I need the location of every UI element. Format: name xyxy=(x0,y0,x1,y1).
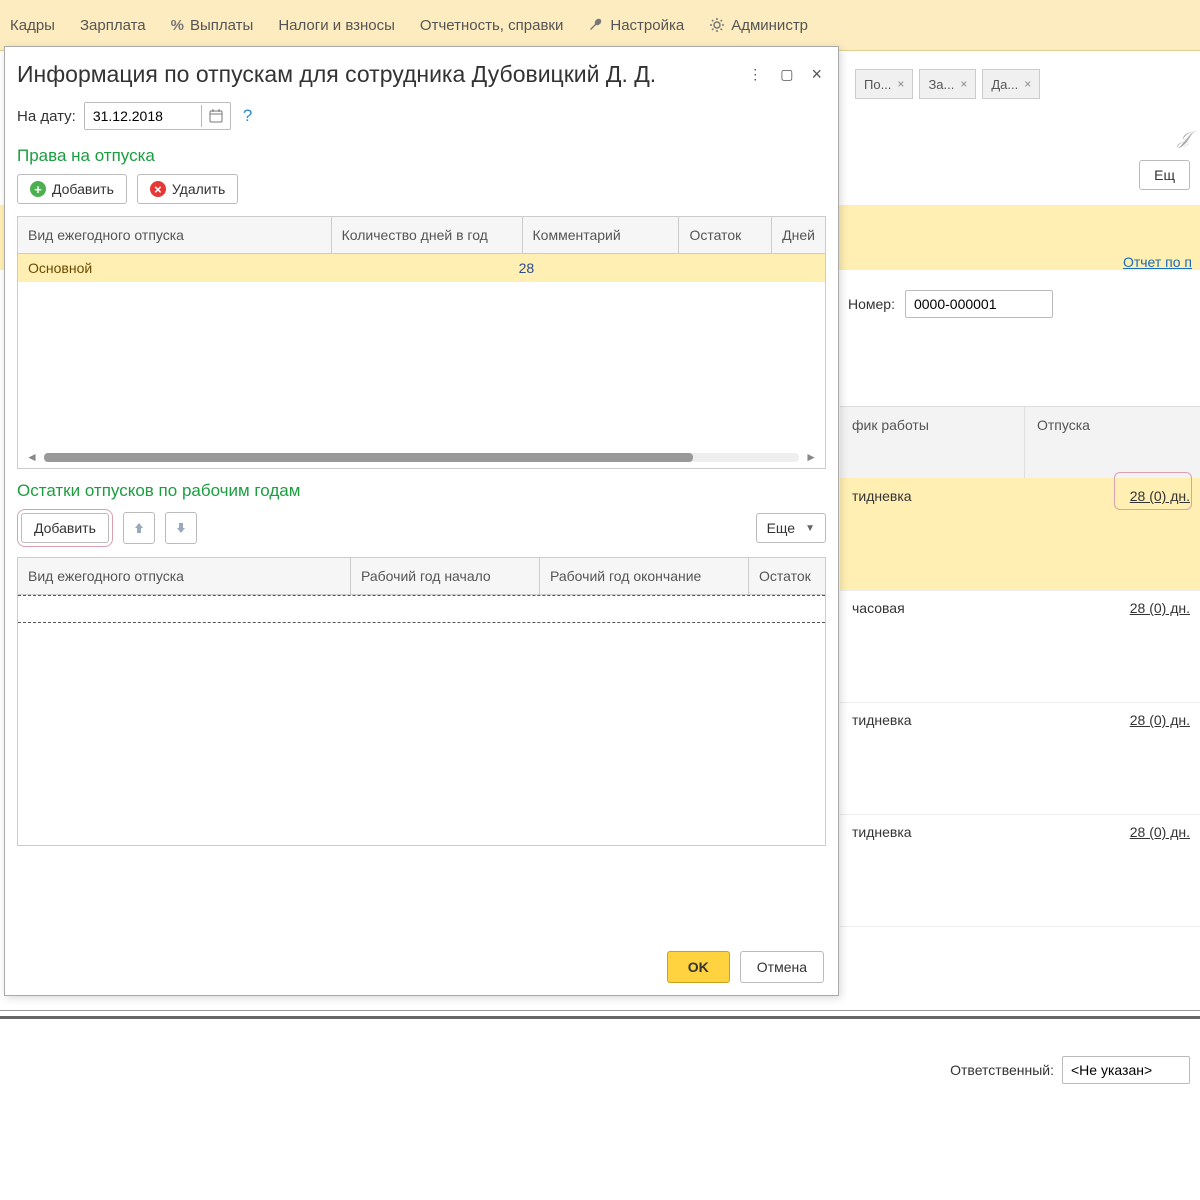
responsible-label: Ответственный: xyxy=(950,1062,1054,1078)
responsible-input[interactable] xyxy=(1062,1056,1190,1084)
bg-col-vacation: Отпуска xyxy=(1025,407,1200,479)
separator xyxy=(0,1010,1200,1011)
date-label: На дату: xyxy=(17,108,76,125)
vacation-info-modal: Информация по отпускам для сотрудника Ду… xyxy=(4,46,839,996)
col-comment: Комментарий xyxy=(523,217,680,253)
background-tabs: По...× За...× Да...× xyxy=(845,69,1200,99)
date-input[interactable] xyxy=(85,103,201,129)
col-days2: Дней xyxy=(772,217,825,253)
modal-title: Информация по отпускам для сотрудника Ду… xyxy=(17,61,656,88)
gear-icon xyxy=(709,17,725,33)
scroll-right-icon[interactable]: ► xyxy=(805,450,817,464)
add-highlight: Добавить xyxy=(17,509,113,547)
h-scrollbar[interactable]: ◄ ► xyxy=(18,446,825,468)
move-up-button[interactable] xyxy=(123,512,155,544)
section-rights-title: Права на отпуска xyxy=(5,134,838,174)
menu-zarplata[interactable]: Зарплата xyxy=(80,17,146,34)
number-input[interactable] xyxy=(905,290,1053,318)
chevron-down-icon: ▼ xyxy=(805,523,815,534)
number-field-row: Номер: xyxy=(848,290,1053,318)
move-down-button[interactable] xyxy=(165,512,197,544)
plus-icon: + xyxy=(30,181,46,197)
wrench-icon xyxy=(588,17,604,33)
menu-nalogi[interactable]: Налоги и взносы xyxy=(278,17,395,34)
bg-row-3[interactable]: тидневка 28 (0) дн. xyxy=(840,702,1200,815)
rights-table: Вид ежегодного отпуска Количество дней в… xyxy=(17,216,826,469)
bg-row-1[interactable]: тидневка 28 (0) дн. xyxy=(840,478,1200,591)
tab-za[interactable]: За...× xyxy=(919,69,976,99)
menu-nastroika[interactable]: Настройка xyxy=(588,17,684,34)
report-link[interactable]: Отчет по п xyxy=(1123,254,1192,270)
bg-table-header: фик работы Отпуска xyxy=(840,406,1200,480)
tab-po[interactable]: По...× xyxy=(855,69,913,99)
delete-button[interactable]: × Удалить xyxy=(137,174,238,204)
responsible-row: Ответственный: xyxy=(950,1056,1190,1084)
help-icon[interactable]: ? xyxy=(243,106,252,126)
menu-vyplaty[interactable]: %Выплаты xyxy=(171,17,254,34)
bg-row-4[interactable]: тидневка 28 (0) дн. xyxy=(840,814,1200,927)
arrow-down-icon xyxy=(174,521,188,535)
menu-otchet[interactable]: Отчетность, справки xyxy=(420,17,563,34)
close-icon[interactable]: × xyxy=(1024,77,1031,91)
close-icon[interactable]: × xyxy=(960,77,967,91)
separator-dark xyxy=(0,1016,1200,1019)
kebab-icon[interactable]: ⋮ xyxy=(748,66,762,83)
empty-row-placeholder[interactable] xyxy=(18,595,825,623)
number-label: Номер: xyxy=(848,296,895,312)
col-remain2: Остаток xyxy=(749,558,825,594)
bg-col-schedule: фик работы xyxy=(840,407,1025,479)
section-balances-title: Остатки отпусков по рабочим годам xyxy=(5,469,838,509)
menu-kadry[interactable]: Кадры xyxy=(10,17,55,34)
close-icon[interactable]: × xyxy=(897,77,904,91)
window-restore-icon[interactable]: ▢ xyxy=(780,66,793,83)
tab-da[interactable]: Да...× xyxy=(982,69,1040,99)
link-icon[interactable]: 𝒥 xyxy=(1178,128,1190,149)
col-year-end: Рабочий год окончание xyxy=(540,558,749,594)
col-type2: Вид ежегодного отпуска xyxy=(18,558,351,594)
x-icon: × xyxy=(150,181,166,197)
close-icon[interactable]: × xyxy=(811,64,822,85)
bg-more-button[interactable]: Ещ xyxy=(1139,160,1190,190)
balances-table: Вид ежегодного отпуска Рабочий год начал… xyxy=(17,557,826,846)
selection-highlight xyxy=(1114,472,1192,510)
date-field[interactable] xyxy=(84,102,231,130)
cancel-button[interactable]: Отмена xyxy=(740,951,824,983)
add-balance-button[interactable]: Добавить xyxy=(21,513,109,543)
arrow-up-icon xyxy=(132,521,146,535)
main-menu-bar: Кадры Зарплата %Выплаты Налоги и взносы … xyxy=(0,0,1200,51)
table-row[interactable]: Основной 28 xyxy=(18,254,825,282)
scroll-left-icon[interactable]: ◄ xyxy=(26,450,38,464)
add-button[interactable]: + Добавить xyxy=(17,174,127,204)
more-dropdown[interactable]: Еще▼ xyxy=(756,513,826,543)
menu-admin[interactable]: Администр xyxy=(709,17,808,34)
bg-row-2[interactable]: часовая 28 (0) дн. xyxy=(840,590,1200,703)
ok-button[interactable]: OK xyxy=(667,951,730,983)
col-days: Количество дней в год xyxy=(332,217,523,253)
calendar-icon[interactable] xyxy=(201,105,230,127)
col-remain: Остаток xyxy=(679,217,772,253)
col-year-start: Рабочий год начало xyxy=(351,558,540,594)
col-type: Вид ежегодного отпуска xyxy=(18,217,332,253)
